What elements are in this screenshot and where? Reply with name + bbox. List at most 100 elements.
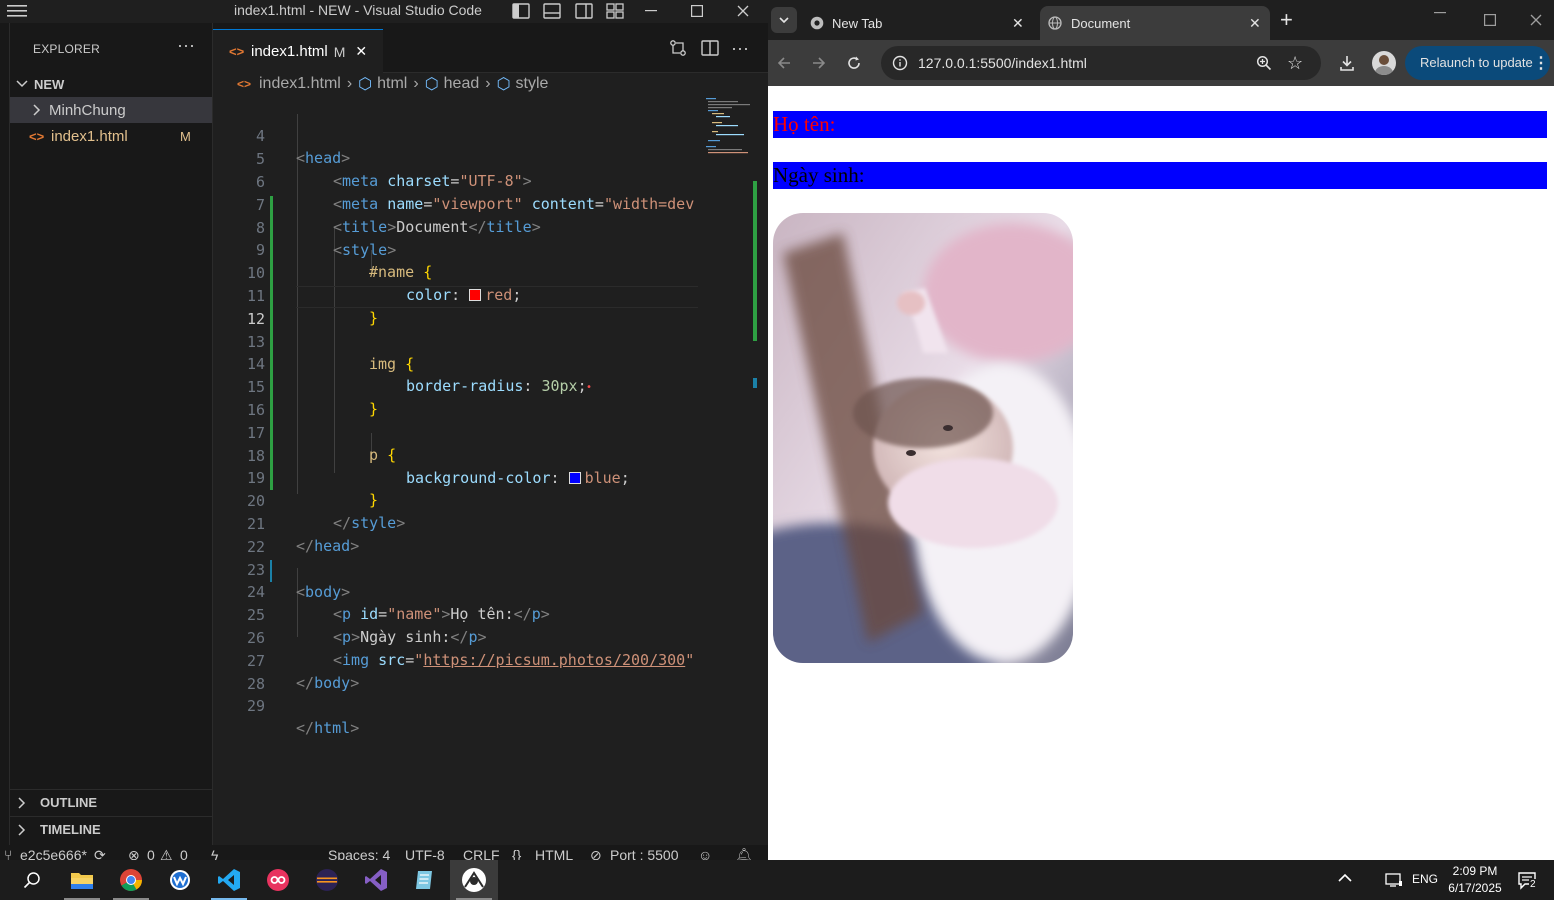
- tab-new-tab[interactable]: New Tab ✕: [802, 6, 1034, 40]
- eclipse-icon[interactable]: [303, 860, 351, 900]
- tree-item-label: MinhChung: [49, 101, 126, 119]
- folder-new-row[interactable]: NEW: [10, 71, 212, 97]
- app-icon[interactable]: [450, 860, 498, 900]
- breadcrumb-separator-icon: ›: [413, 75, 419, 92]
- warning-count[interactable]: 0: [180, 847, 188, 860]
- html-file-icon: <>: [237, 77, 252, 91]
- url-text: 127.0.0.1:5500/index1.html: [918, 55, 1087, 71]
- windows-taskbar: ENG 2:09 PM 6/17/2025 2: [0, 860, 1554, 900]
- chrome-icon[interactable]: [107, 860, 155, 900]
- tab-label: Document: [1071, 15, 1131, 31]
- code-line: 7 <title>Document</title>: [255, 196, 541, 236]
- breadcrumb-item[interactable]: head: [444, 75, 480, 93]
- network-icon[interactable]: [1385, 872, 1403, 888]
- relaunch-button[interactable]: Relaunch to update ⋮: [1405, 46, 1550, 80]
- maximize-icon[interactable]: [1484, 14, 1496, 26]
- window-title: index1.html - NEW - Visual Studio Code: [234, 2, 482, 18]
- open-changes-icon[interactable]: [667, 38, 689, 58]
- back-icon[interactable]: [776, 55, 792, 71]
- page-viewport: Họ tên: Ngày sinh:: [768, 86, 1554, 860]
- minimap[interactable]: [698, 96, 753, 843]
- folder-name: NEW: [34, 76, 65, 92]
- minimize-icon[interactable]: [628, 0, 674, 22]
- indentation-status[interactable]: Spaces: 4: [328, 847, 390, 860]
- profile-avatar[interactable]: [1372, 51, 1396, 75]
- tree-item-label: index1.html: [51, 127, 128, 145]
- app-icon[interactable]: [254, 860, 302, 900]
- code-line: 26 <img src="https://picsum.photos/200/3…: [246, 629, 695, 669]
- reload-icon[interactable]: [846, 55, 862, 71]
- toggle-secondary-sidebar-icon[interactable]: [573, 1, 595, 21]
- site-info-icon[interactable]: [892, 55, 908, 71]
- visual-studio-icon[interactable]: [352, 860, 400, 900]
- address-bar[interactable]: 127.0.0.1:5500/index1.html ☆: [881, 46, 1321, 80]
- code-line: 15 }: [246, 378, 379, 418]
- bookmark-star-icon[interactable]: ☆: [1287, 53, 1303, 74]
- tab-modified-badge: M: [333, 43, 346, 60]
- new-tab-icon[interactable]: +: [1280, 9, 1293, 31]
- vscode-icon[interactable]: [205, 860, 253, 900]
- tab-close-icon[interactable]: ✕: [1249, 15, 1261, 32]
- zoom-icon[interactable]: [1256, 55, 1272, 71]
- tab-close-icon[interactable]: ✕: [355, 43, 367, 60]
- chevron-right-icon: [33, 104, 49, 116]
- notification-icon[interactable]: 2: [1517, 870, 1537, 890]
- outline-section[interactable]: OUTLINE: [10, 789, 212, 815]
- tab-close-icon[interactable]: ✕: [1012, 15, 1024, 32]
- code-line: 14 border-radius: 30px;: [246, 355, 587, 395]
- split-editor-icon[interactable]: [699, 38, 721, 58]
- code-line: 9 #name {: [255, 241, 433, 281]
- toggle-panel-icon[interactable]: [541, 1, 563, 21]
- language-indicator[interactable]: ENG: [1412, 872, 1438, 886]
- chevron-up-icon[interactable]: [1338, 873, 1352, 883]
- editor-scrollbar[interactable]: [753, 96, 767, 843]
- tab-search-icon[interactable]: [771, 7, 797, 33]
- breadcrumb-item[interactable]: style: [516, 75, 549, 93]
- customize-layout-icon[interactable]: [604, 1, 626, 21]
- sync-icon[interactable]: ⟳: [94, 847, 106, 860]
- notepad-icon[interactable]: [401, 860, 449, 900]
- menu-icon[interactable]: [4, 1, 30, 21]
- code-editor[interactable]: 4 <head> 5 <meta charset="UTF-8"> 6 <met…: [213, 98, 753, 843]
- minimize-icon[interactable]: [1434, 12, 1446, 14]
- close-window-icon[interactable]: [1530, 14, 1542, 26]
- file-explorer-icon[interactable]: [58, 860, 106, 900]
- maximize-icon[interactable]: [674, 0, 720, 22]
- tab-document[interactable]: Document ✕: [1040, 6, 1270, 40]
- copilot-icon[interactable]: ☺: [698, 847, 712, 860]
- language-status[interactable]: HTML: [535, 847, 573, 860]
- breadcrumb-item[interactable]: html: [377, 75, 407, 93]
- status-bar: ⑂ e2c5e666* ⟳ ⊗ 0 ⚠ 0 ϟ Spaces: 4 UTF-8 …: [0, 845, 768, 860]
- tab-label: New Tab: [832, 15, 883, 31]
- code-line: 18 background-color: blue;: [246, 447, 630, 487]
- clock[interactable]: 2:09 PM 6/17/2025: [1440, 863, 1510, 897]
- tree-item-index1[interactable]: <> index1.html M: [10, 123, 212, 149]
- tab-index1[interactable]: <> index1.html M ✕: [213, 29, 383, 73]
- encoding-status[interactable]: UTF-8: [405, 847, 445, 860]
- timeline-section[interactable]: TIMELINE: [10, 816, 212, 842]
- lightning-icon[interactable]: ϟ: [211, 847, 218, 860]
- explorer-more-icon[interactable]: ···: [177, 35, 195, 56]
- forward-icon[interactable]: [811, 55, 827, 71]
- tree-item-minhchung[interactable]: MinhChung: [10, 97, 212, 123]
- branch-name[interactable]: e2c5e666*: [20, 847, 87, 860]
- download-icon[interactable]: [1338, 54, 1356, 72]
- close-window-icon[interactable]: [720, 0, 766, 22]
- code-line: 24 <p id="name">Họ tên:</p>: [246, 583, 550, 623]
- toggle-primary-sidebar-icon[interactable]: [510, 1, 532, 21]
- chrome-menu-icon[interactable]: ⋮: [1533, 53, 1549, 73]
- bell-icon[interactable]: 🔔︎: [735, 847, 753, 860]
- app-icon[interactable]: [156, 860, 204, 900]
- search-icon[interactable]: [8, 860, 56, 900]
- code-line: 21 </head>: [246, 515, 360, 555]
- code-line: 10 color: red;: [246, 264, 522, 304]
- port-status[interactable]: Port : 5500: [610, 847, 679, 860]
- code-line: 20 </style>: [246, 492, 406, 532]
- breadcrumb-item[interactable]: index1.html: [259, 75, 341, 93]
- editor-tabs: <> index1.html M ✕ ···: [213, 23, 768, 73]
- breadcrumb-separator-icon: ›: [346, 75, 353, 92]
- notification-count: 2: [1529, 879, 1537, 890]
- error-count[interactable]: 0: [147, 847, 155, 860]
- editor-more-icon[interactable]: ···: [729, 38, 751, 58]
- eol-status[interactable]: CRLF: [463, 847, 500, 860]
